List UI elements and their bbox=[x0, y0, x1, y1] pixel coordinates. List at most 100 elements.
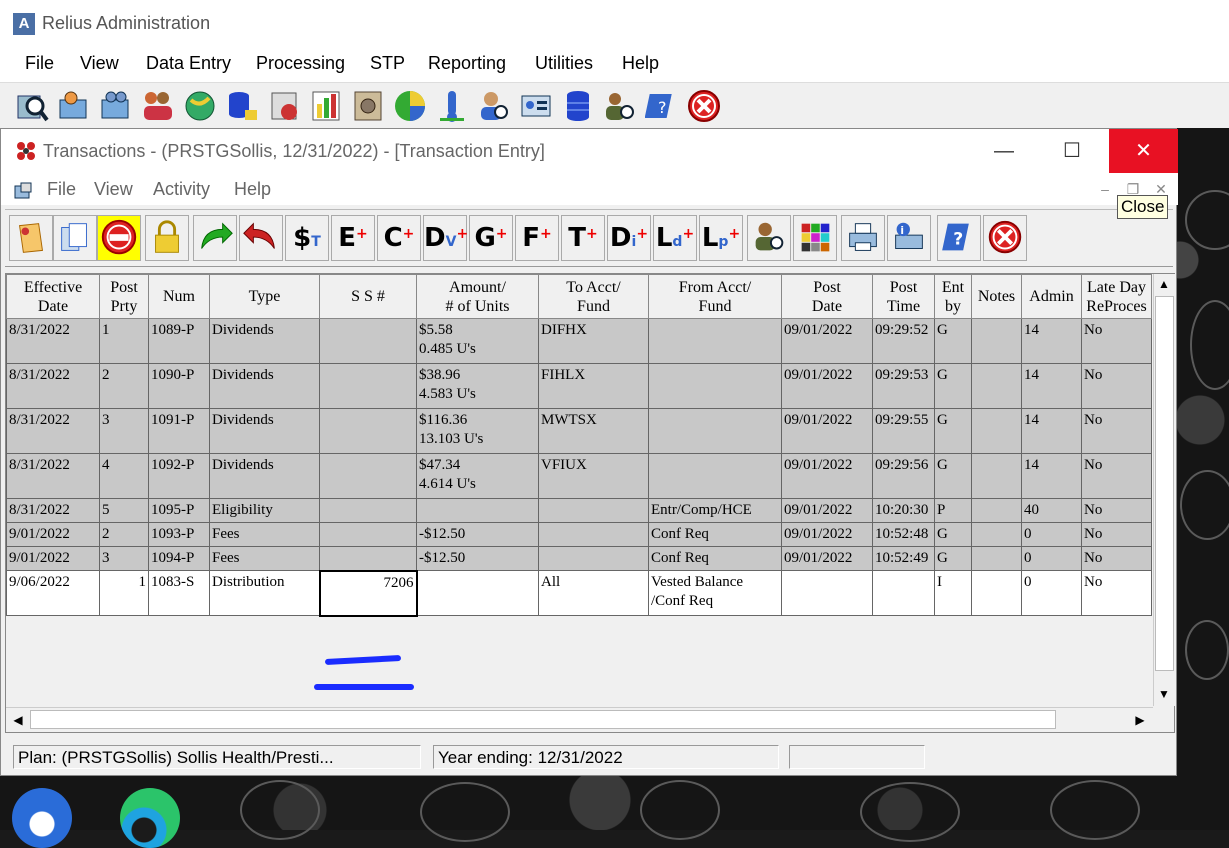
add-lp-button[interactable]: Lp+ bbox=[699, 215, 743, 261]
table-cell[interactable]: Distribution bbox=[209, 570, 320, 616]
table-cell[interactable] bbox=[648, 408, 782, 454]
table-cell[interactable]: 14 bbox=[1021, 363, 1082, 409]
table-cell[interactable]: 40 bbox=[1021, 498, 1082, 523]
table-cell[interactable]: 14 bbox=[1021, 453, 1082, 499]
database-icon[interactable] bbox=[561, 88, 595, 124]
folder-group-icon[interactable] bbox=[99, 88, 133, 124]
column-header[interactable]: S S # bbox=[319, 274, 417, 319]
column-header[interactable]: Post Time bbox=[872, 274, 935, 319]
table-cell[interactable] bbox=[416, 570, 539, 616]
table-cell[interactable]: G bbox=[934, 522, 972, 547]
exit-button[interactable] bbox=[983, 215, 1027, 261]
thermometer-icon[interactable] bbox=[435, 88, 469, 124]
table-cell[interactable]: 09:29:53 bbox=[872, 363, 935, 409]
table-cell[interactable]: G bbox=[934, 453, 972, 499]
add-g-button[interactable]: G+ bbox=[469, 215, 513, 261]
table-cell[interactable]: FIHLX bbox=[538, 363, 649, 409]
table-cell[interactable] bbox=[319, 318, 417, 364]
table-cell[interactable] bbox=[648, 453, 782, 499]
chart-doc-icon[interactable] bbox=[267, 88, 301, 124]
column-header[interactable]: Admin bbox=[1021, 274, 1082, 319]
table-cell[interactable]: 7206 bbox=[318, 569, 418, 617]
table-cell[interactable]: 1092-P bbox=[148, 453, 210, 499]
column-header[interactable]: Type bbox=[209, 274, 320, 319]
table-cell[interactable]: Conf Req bbox=[648, 522, 782, 547]
table-cell[interactable]: 8/31/2022 bbox=[6, 318, 100, 364]
copy-button[interactable] bbox=[53, 215, 97, 261]
table-cell[interactable]: Entr/Comp/HCE bbox=[648, 498, 782, 523]
table-cell[interactable]: $47.34 4.614 U's bbox=[416, 453, 539, 499]
bar-chart-icon[interactable] bbox=[309, 88, 343, 124]
table-cell[interactable] bbox=[971, 498, 1022, 523]
table-row[interactable]: 8/31/2022 1 1089-P Dividends $5.58 0.485 U's… bbox=[6, 318, 1152, 364]
table-cell[interactable]: 9/01/2022 bbox=[6, 546, 100, 571]
table-cell[interactable] bbox=[971, 453, 1022, 499]
table-cell[interactable]: $38.96 4.583 U's bbox=[416, 363, 539, 409]
table-cell[interactable] bbox=[971, 363, 1022, 409]
table-cell[interactable]: No bbox=[1081, 522, 1152, 547]
table-cell[interactable]: 10:20:30 bbox=[872, 498, 935, 523]
add-di-button[interactable]: Di+ bbox=[607, 215, 651, 261]
table-cell[interactable]: 0 bbox=[1021, 570, 1082, 616]
exit-close-icon[interactable] bbox=[687, 88, 721, 124]
table-cell[interactable]: 14 bbox=[1021, 318, 1082, 364]
table-cell[interactable]: 9/01/2022 bbox=[6, 522, 100, 547]
horizontal-scroll-thumb[interactable] bbox=[30, 710, 1056, 729]
lock-button[interactable] bbox=[145, 215, 189, 261]
table-cell[interactable]: 09/01/2022 bbox=[781, 522, 873, 547]
table-cell[interactable]: No bbox=[1081, 318, 1152, 364]
menu-data-entry[interactable]: Data Entry bbox=[146, 53, 231, 74]
tx-menu-view[interactable]: View bbox=[94, 179, 133, 200]
horizontal-scrollbar[interactable]: ◀ ▶ bbox=[6, 707, 1153, 731]
menu-file[interactable]: File bbox=[25, 53, 54, 74]
column-header[interactable]: Ent by bbox=[934, 274, 972, 319]
column-header[interactable]: To Acct/ Fund bbox=[538, 274, 649, 319]
table-cell[interactable]: 10:52:49 bbox=[872, 546, 935, 571]
table-cell[interactable]: 10:52:48 bbox=[872, 522, 935, 547]
menu-utilities[interactable]: Utilities bbox=[535, 53, 593, 74]
add-f-button[interactable]: F+ bbox=[515, 215, 559, 261]
add-dv-button[interactable]: DV+ bbox=[423, 215, 468, 261]
pie-chart-icon[interactable] bbox=[393, 88, 427, 124]
help-button[interactable]: ? bbox=[937, 215, 981, 261]
database-doc-icon[interactable] bbox=[225, 88, 259, 124]
globe-tool-icon[interactable] bbox=[183, 88, 217, 124]
table-cell[interactable]: $5.58 0.485 U's bbox=[416, 318, 539, 364]
menu-help[interactable]: Help bbox=[622, 53, 659, 74]
table-cell[interactable]: P bbox=[934, 498, 972, 523]
table-cell[interactable]: 09:29:55 bbox=[872, 408, 935, 454]
table-cell[interactable]: Dividends bbox=[209, 408, 320, 454]
money-transfer-button[interactable]: $T bbox=[285, 215, 329, 261]
table-cell[interactable]: No bbox=[1081, 570, 1152, 616]
table-cell[interactable]: 8/31/2022 bbox=[6, 453, 100, 499]
table-cell[interactable]: Conf Req bbox=[648, 546, 782, 571]
table-cell[interactable]: 1094-P bbox=[148, 546, 210, 571]
mdi-minimize-button[interactable]: – bbox=[1095, 181, 1115, 199]
add-c-button[interactable]: C+ bbox=[377, 215, 421, 261]
redo-button[interactable] bbox=[193, 215, 237, 261]
vertical-scroll-thumb[interactable] bbox=[1155, 296, 1174, 671]
add-t-button[interactable]: T+ bbox=[561, 215, 605, 261]
table-cell[interactable] bbox=[319, 408, 417, 454]
table-cell[interactable]: 3 bbox=[99, 408, 149, 454]
add-ld-button[interactable]: Ld+ bbox=[653, 215, 697, 261]
table-cell[interactable]: G bbox=[934, 318, 972, 364]
table-cell[interactable] bbox=[781, 570, 873, 616]
tx-menu-help[interactable]: Help bbox=[234, 179, 271, 200]
table-cell[interactable]: 09/01/2022 bbox=[781, 318, 873, 364]
table-cell[interactable]: 1091-P bbox=[148, 408, 210, 454]
table-cell[interactable] bbox=[416, 498, 539, 523]
column-header[interactable]: From Acct/ Fund bbox=[648, 274, 782, 319]
table-cell[interactable]: Fees bbox=[209, 546, 320, 571]
table-cell[interactable]: 2 bbox=[99, 522, 149, 547]
column-header[interactable]: Effective Date bbox=[6, 274, 100, 319]
table-cell[interactable] bbox=[648, 363, 782, 409]
table-cell[interactable]: Eligibility bbox=[209, 498, 320, 523]
table-cell[interactable] bbox=[319, 546, 417, 571]
table-row[interactable]: 8/31/2022 5 1095-P Eligibility Entr/Comp/HCE… bbox=[6, 498, 1152, 523]
table-cell[interactable]: 09/01/2022 bbox=[781, 498, 873, 523]
table-row[interactable]: 9/01/2022 2 1093-P Fees -$12.50 Conf Req 09/01… bbox=[6, 522, 1152, 547]
undo-button[interactable] bbox=[239, 215, 283, 261]
color-grid-button[interactable] bbox=[793, 215, 837, 261]
table-cell[interactable]: No bbox=[1081, 498, 1152, 523]
